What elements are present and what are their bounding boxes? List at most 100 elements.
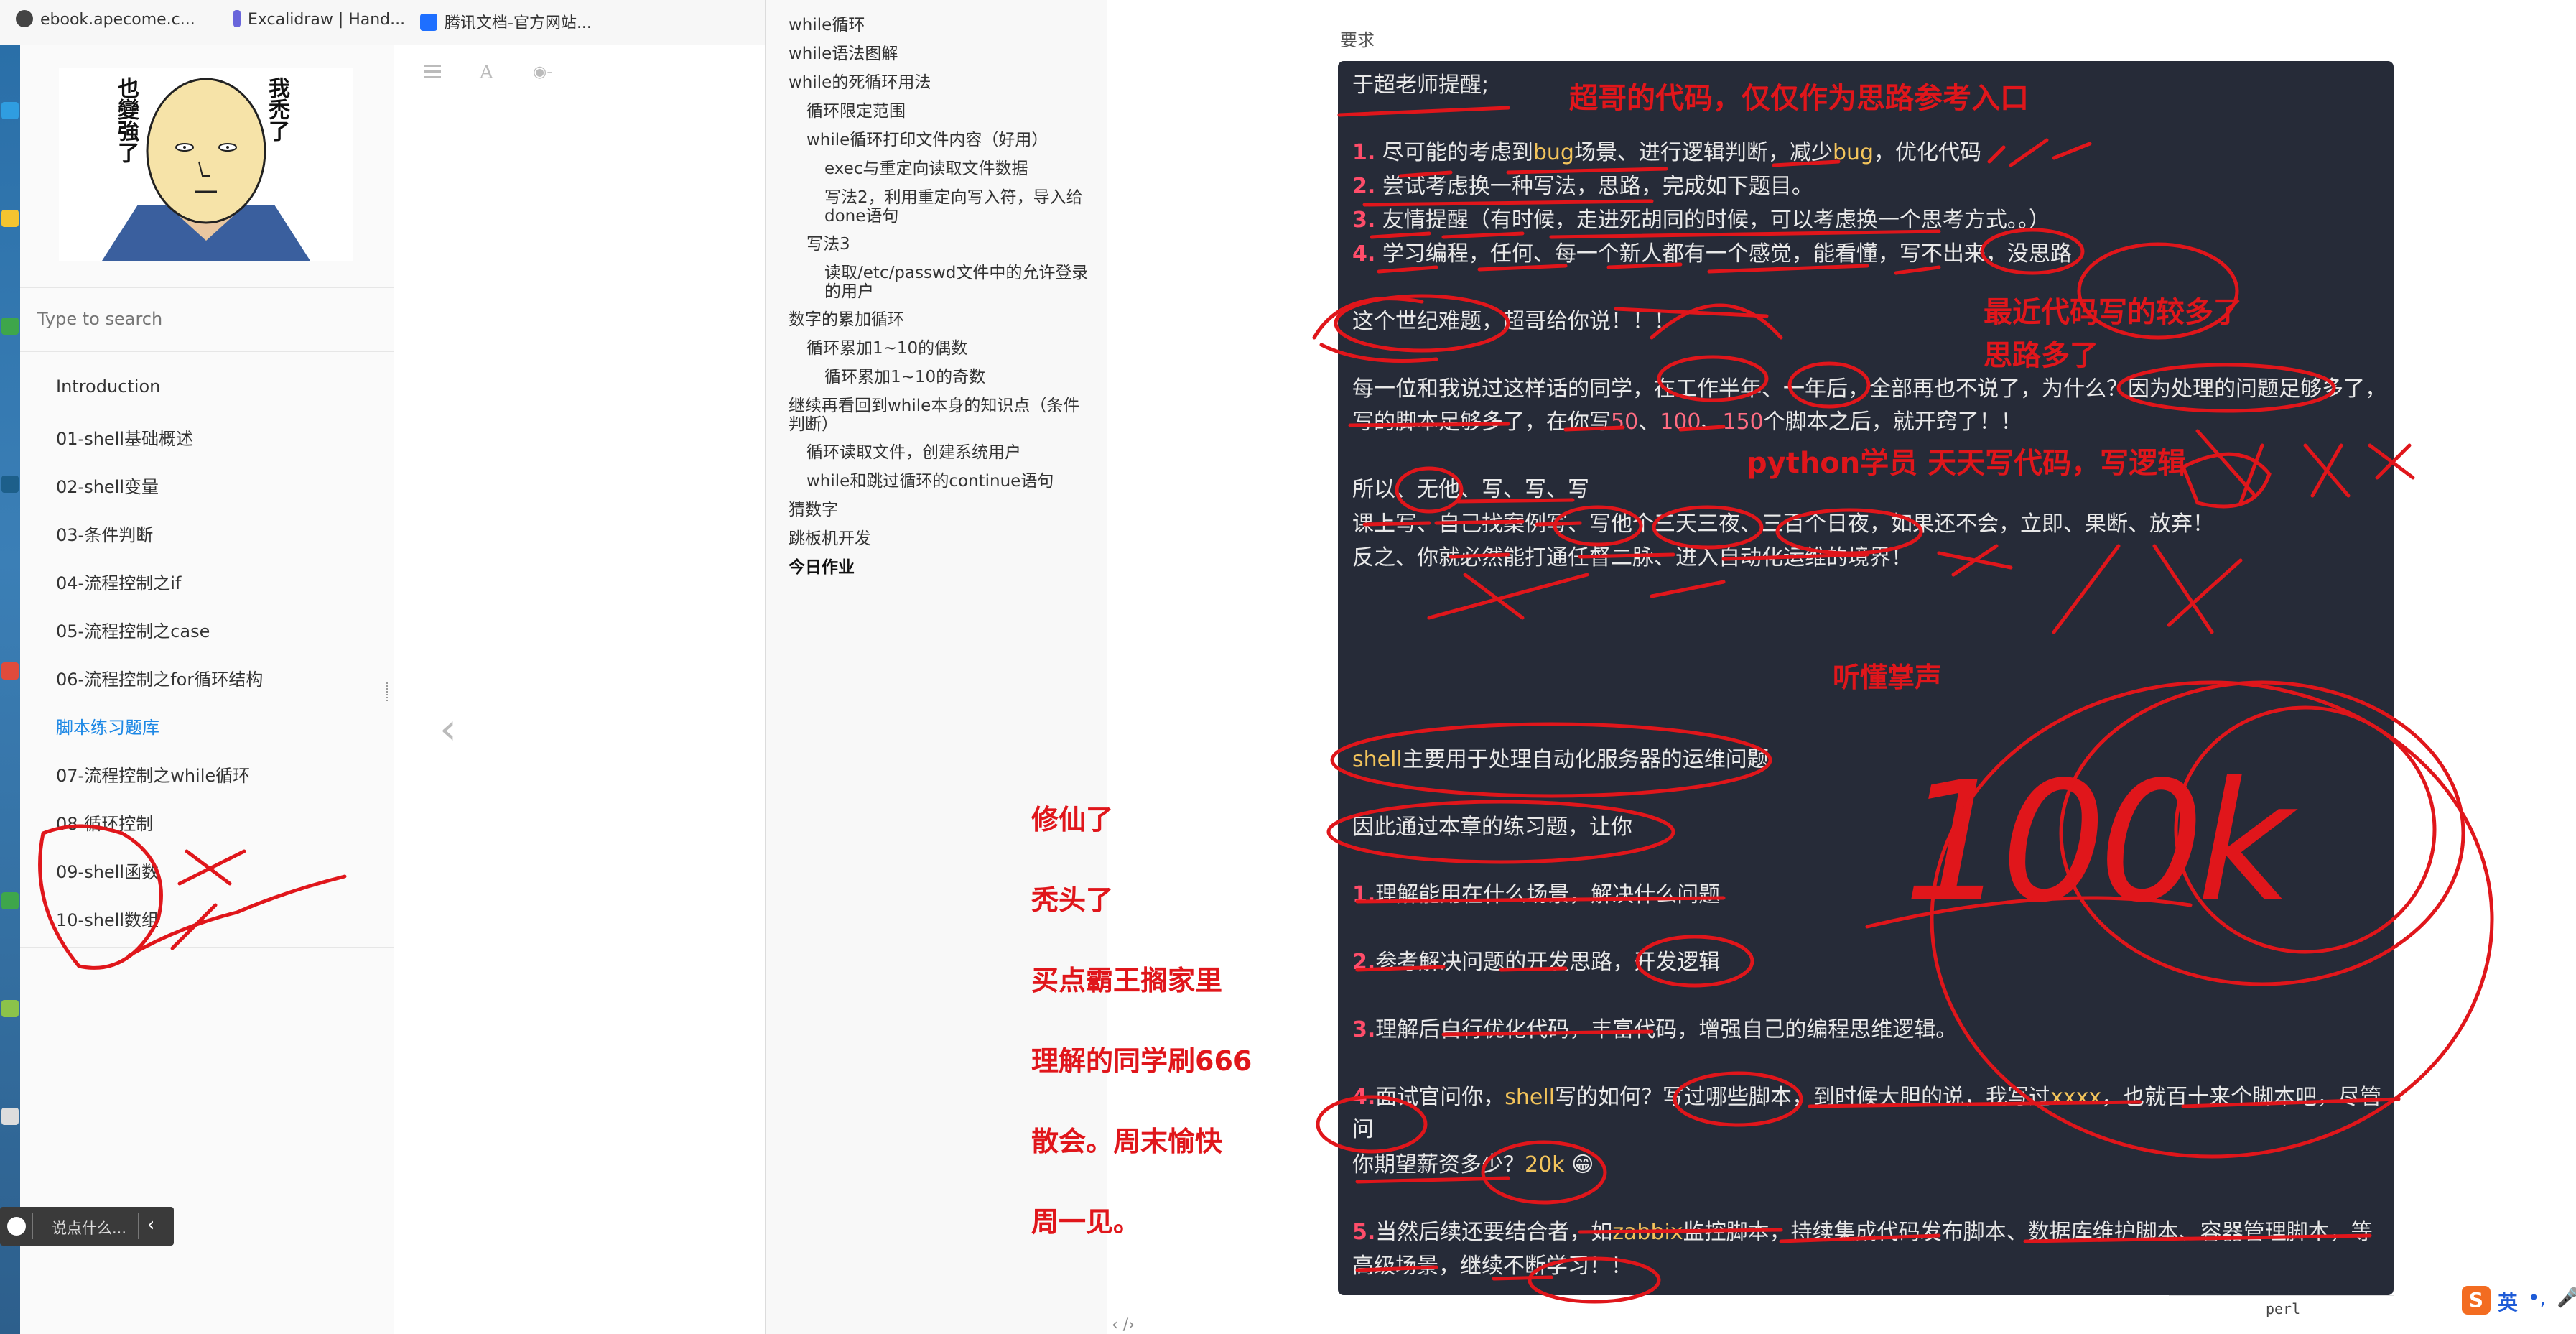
annotation-note: 修仙了 [1031, 804, 1114, 835]
sidebar-item-05[interactable]: 05-流程控制之case [56, 617, 210, 642]
globe-icon [16, 10, 33, 27]
chat-widget[interactable]: 说点什么... ‹ [0, 1207, 174, 1246]
punctuation-icon[interactable]: •, [2528, 1286, 2546, 1310]
ime-toolbar[interactable]: S 英 •, 🎤 [2456, 1279, 2576, 1334]
sogou-icon: S [2462, 1286, 2491, 1315]
toc-item[interactable]: 循环读取文件，创建系统用户 [806, 443, 1021, 462]
section-heading: 要求 [1340, 30, 1375, 50]
toc-item[interactable]: while的死循环用法 [789, 73, 931, 92]
toc-item[interactable]: exec与重定向读取文件数据 [824, 159, 1028, 178]
annotation-applause: 听懂掌声 [1833, 662, 1943, 693]
code-line: 因此通过本章的练习题，让你 [1352, 815, 1632, 840]
desktop-icon [1, 892, 19, 909]
ime-language[interactable]: 英 [2498, 1287, 2518, 1316]
code-line: 2. 尝试考虑换一种写法，思路，完成如下题目。 [1352, 174, 1813, 199]
eye-icon[interactable]: ◉- [533, 63, 552, 81]
sidebar-item-04[interactable]: 04-流程控制之if [56, 569, 181, 594]
code-line: shell主要用于处理自动化服务器的运维问题 [1352, 747, 1769, 772]
toc-item[interactable]: 写法2，利用重定向写入符，导入给done语句 [824, 188, 1090, 226]
excalidraw-icon [233, 10, 241, 27]
sidebar-divider [20, 947, 394, 948]
sidebar-item-02[interactable]: 02-shell变量 [56, 473, 159, 498]
desktop-icon [1, 1108, 19, 1125]
chat-divider [32, 1213, 33, 1239]
toc-item[interactable]: 写法3 [806, 235, 850, 254]
desktop-icon [1, 1000, 19, 1017]
toc-item[interactable]: while语法图解 [789, 45, 898, 63]
annotation-python: python学员 天天写代码，写逻辑 [1747, 447, 2187, 480]
annotation-note: 散会。周末愉快 [1031, 1126, 1223, 1157]
prev-page-chevron-icon[interactable]: ‹ [440, 704, 457, 754]
sidebar-item-07[interactable]: 07-流程控制之while循环 [56, 761, 250, 787]
code-line: 每一位和我说过这样话的同学，在工作半年、一年后，全部再也不说了，为什么？因为处理… [1352, 376, 2386, 402]
sidebar-item-06[interactable]: 06-流程控制之for循环结构 [56, 665, 263, 690]
code-language-label: perl [2266, 1300, 2301, 1317]
desktop-icon [1, 662, 19, 680]
toc-item-active[interactable]: 今日作业 [789, 558, 855, 577]
toc-item[interactable]: 数字的累加循环 [789, 310, 904, 329]
code-line: 所以、无他、写、写、写 [1352, 477, 1589, 502]
desktop-strip [0, 45, 20, 1334]
sidebar-item-introduction[interactable]: Introduction [56, 376, 160, 397]
chat-divider-2 [138, 1213, 139, 1239]
sidebar-item-10[interactable]: 10-shell数组 [56, 906, 159, 931]
code-toggle-icon[interactable]: ‹ /› [1112, 1316, 1135, 1334]
desktop-icon [1, 102, 19, 119]
code-language-bar: perl [2169, 1295, 2394, 1322]
code-line: 4. 学习编程，任何、每一个新人都有一个感觉，能看懂，写不出来，没思路 [1352, 241, 2072, 267]
code-line: 反之、你就必然能打通任督二脉、进入自动化运维的境界！ [1352, 545, 1912, 570]
annotation-recent-2: 思路多了 [1984, 339, 2098, 372]
toc-item[interactable]: while循环打印文件内容（好用） [806, 131, 1048, 149]
toc-item[interactable]: while循环 [789, 16, 865, 34]
code-line: 1.理解能用在什么场景，解决什么问题 [1352, 882, 1721, 907]
code-line: 4.面试官问你，shell写的如何？写过哪些脚本，到时候大胆的说，我写过xxxx… [1352, 1085, 2382, 1110]
bookmark-excalidraw[interactable]: Excalidraw | Hand... [233, 10, 405, 29]
code-line: 高级场景，继续不断学习！！ [1352, 1254, 1632, 1279]
toc-item[interactable]: while和跳过循环的continue语句 [806, 472, 1054, 491]
chat-input[interactable]: 说点什么... [52, 1217, 126, 1238]
code-line: 写的脚本足够多了，在你写50、100、150个脚本之后，就开窍了！！ [1352, 409, 2022, 435]
desktop-icon [1, 476, 19, 493]
bookmarks-bar: ebook.apecome.c... Excalidraw | Hand... … [0, 0, 765, 45]
microphone-icon[interactable]: 🎤 [2557, 1287, 2576, 1309]
toc-item[interactable]: 循环累加1~10的奇数 [824, 368, 985, 386]
sidebar-resize-handle[interactable] [386, 682, 392, 701]
code-line: 课上写、自己找案例写、写他个三天三夜、三百个日夜，如果还不会，立即、果断、放弃！ [1352, 511, 2214, 537]
sidebar-item-01[interactable]: 01-shell基础概述 [56, 425, 193, 450]
toc-item[interactable]: 跳板机开发 [789, 529, 871, 548]
meme-left-text: 也變強了 [113, 77, 139, 163]
sidebar-item-exercises[interactable]: 脚本练习题库 [56, 713, 159, 738]
annotation-recent-1: 最近代码写的较多了 [1984, 296, 2242, 329]
smiley-icon [7, 1217, 26, 1236]
toc-item[interactable]: 循环累加1~10的偶数 [806, 339, 967, 358]
annotation-100k: 100k [1903, 747, 2292, 939]
search-box [20, 287, 394, 352]
code-line: 于超老师提醒; [1352, 73, 1489, 98]
chevron-left-icon[interactable]: ‹ [147, 1214, 154, 1236]
toc-item[interactable]: 循环限定范围 [806, 102, 906, 121]
bookmark-tencent-docs[interactable]: 腾讯文档-官方网站... [420, 10, 592, 33]
code-line: 5.当然后续还要结合者，如zabbix监控脚本，持续集成代码发布脚本、数据库维护… [1352, 1220, 2373, 1245]
desktop-icon [1, 210, 19, 227]
bald-meme-image: 也變強了 我禿了 [59, 68, 353, 261]
annotation-note: 秃头了 [1031, 884, 1114, 916]
toc-item[interactable]: 猜数字 [789, 501, 838, 519]
code-line: 这个世纪难题，超哥给你说！！！ [1352, 309, 1675, 334]
annotation-note: 买点霸王搁家里 [1031, 965, 1223, 996]
search-input[interactable] [36, 304, 376, 334]
sidebar-item-03[interactable]: 03-条件判断 [56, 521, 153, 546]
sidebar-item-09[interactable]: 09-shell函数 [56, 858, 159, 883]
code-line: 3.理解后自行优化代码，丰富代码，增强自己的编程思维逻辑。 [1352, 1017, 1958, 1042]
code-line: 你期望薪资多少？20k 😁 [1352, 1152, 1594, 1177]
tencent-docs-icon [420, 14, 437, 31]
bald-hero-illustration [102, 78, 310, 261]
sidebar-item-08[interactable]: 08-循环控制 [56, 810, 153, 835]
bookmark-ebook[interactable]: ebook.apecome.c... [16, 10, 195, 29]
toc-item[interactable]: 继续再看回到while本身的知识点（条件判断） [789, 397, 1090, 434]
font-icon[interactable]: A [480, 62, 493, 83]
annotation-note: 周一见。 [1031, 1206, 1141, 1238]
reading-area [394, 45, 763, 1334]
list-icon[interactable] [424, 65, 441, 79]
annotation-title: 超哥的代码，仅仅作为思路参考入口 [1569, 82, 2029, 115]
toc-item[interactable]: 读取/etc/passwd文件中的允许登录的用户 [824, 264, 1090, 301]
